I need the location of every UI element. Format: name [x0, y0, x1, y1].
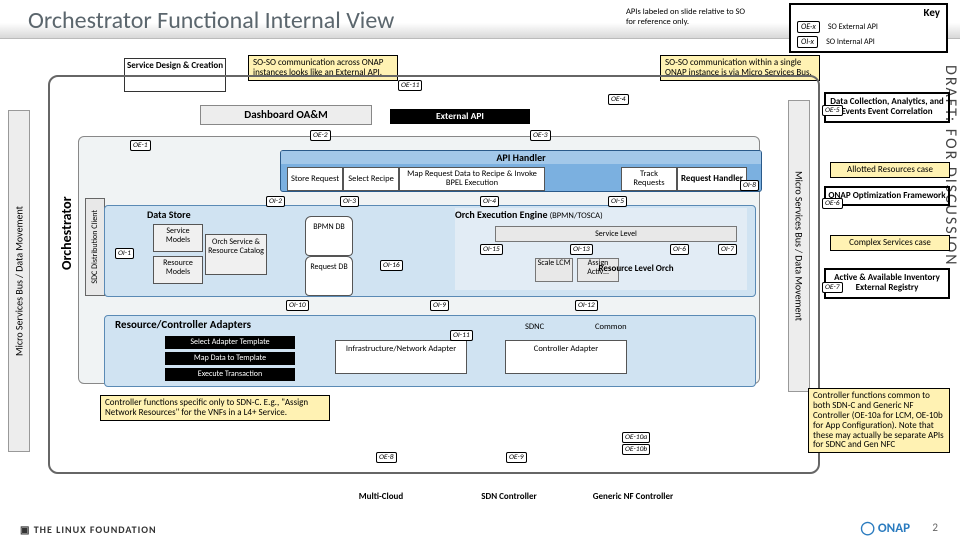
- tag-oe6: OE-6: [822, 198, 843, 209]
- tag-oe2: OE-2: [310, 130, 331, 141]
- note-ctrl-left: Controller functions specific only to SD…: [100, 395, 330, 421]
- msb-right-label: Micro Services Bus / Data Movement: [791, 101, 807, 391]
- apis-note: APIs labeled on slide relative to SO for…: [626, 8, 756, 28]
- tag-oi11: OI-11: [450, 330, 473, 341]
- tag-oe5: OE-5: [822, 105, 843, 116]
- sdn-controller-box: SDN Controller: [464, 490, 554, 520]
- resource-controller-adapters: Resource/Controller Adapters Select Adap…: [104, 315, 756, 387]
- rca-sdnc: SDNC: [525, 322, 544, 332]
- tag-oi1: OI-1: [115, 248, 134, 259]
- key-oe-desc: SO External API: [828, 22, 878, 32]
- tag-oi7: OI-7: [718, 244, 737, 255]
- key-oi-desc: SO Internal API: [826, 37, 875, 47]
- orchestrator-label: Orchestrator: [58, 168, 75, 298]
- onap-logo: ◯ ONAP: [860, 521, 910, 536]
- key-title: Key: [924, 6, 940, 19]
- micro-services-bus-left: Micro Services Bus / Data Movement: [8, 110, 30, 452]
- sdc-label: SDC Distribution Client: [90, 210, 100, 284]
- orchestrator-core: Data Store Service Models Resource Model…: [104, 205, 756, 297]
- note-allotted: Allotted Resources case: [830, 162, 950, 178]
- api-request-handler: Request Handler: [677, 167, 747, 191]
- tag-oi10: OI-10: [286, 300, 309, 311]
- tag-oe7: OE-7: [822, 282, 843, 293]
- rca-infra-adapter: Infrastructure/Network Adapter: [335, 340, 467, 374]
- tag-oe10a: OE-10a: [622, 432, 650, 443]
- tag-oe3: OE-3: [530, 130, 551, 141]
- external-api-pill: External API: [390, 109, 530, 124]
- key-oi-tag: OI-x: [797, 36, 818, 48]
- tag-oe9: OE-9: [506, 452, 527, 463]
- api-store-request: Store Request: [287, 167, 343, 191]
- key-oe-tag: OE-x: [797, 21, 820, 33]
- exec-service-level: Service Level: [495, 226, 737, 242]
- right-data-collection: Data Collection, Analytics, and Events E…: [824, 92, 950, 123]
- service-models: Service Models: [153, 224, 203, 252]
- right-inventory: Active & Available Inventory External Re…: [824, 268, 950, 299]
- right-opt-framework: ONAP Optimization Framework: [824, 186, 950, 206]
- tag-oi16: OI-16: [380, 260, 403, 271]
- tag-oi8: OI-8: [740, 180, 759, 191]
- api-track-requests: Track Requests: [621, 167, 677, 191]
- orch-catalog: Orch Service & Resource Catalog: [205, 234, 267, 275]
- page-number: 2: [932, 521, 938, 534]
- api-map-request: Map Request Data to Recipe & Invoke BPEL…: [399, 167, 545, 191]
- tag-oi4: OI-4: [480, 196, 499, 207]
- rca-title: Resource/Controller Adapters: [115, 318, 251, 331]
- msb-left-label: Micro Services Bus / Data Movement: [11, 111, 27, 451]
- tag-oi13: OI-13: [570, 244, 593, 255]
- linux-foundation-logo: ▣ THE LINUX FOUNDATION: [20, 523, 157, 536]
- generic-nf-box: Generic NF Controller: [588, 490, 678, 520]
- tag-oi9: OI-9: [430, 300, 449, 311]
- api-select-recipe: Select Recipe: [343, 167, 399, 191]
- tag-oi12: OI-12: [575, 300, 598, 311]
- tag-oe11: OE-11: [398, 80, 422, 91]
- tag-oi5: OI-5: [608, 196, 627, 207]
- tag-oi3: OI-3: [340, 196, 359, 207]
- tag-oi6: OI-6: [670, 244, 689, 255]
- tag-oi15: OI-15: [480, 244, 503, 255]
- rca-common: Common: [595, 322, 627, 332]
- sdc-distribution-client: SDC Distribution Client: [85, 198, 105, 296]
- exec-title: Orch Execution Engine: [455, 208, 548, 221]
- rca-select-template: Select Adapter Template: [165, 336, 295, 349]
- tag-oe8: OE-8: [376, 452, 397, 463]
- exec-paren: (BPMN/TOSCA): [550, 211, 603, 221]
- api-handler-title: API Handler: [281, 151, 761, 164]
- tag-oe1: OE-1: [130, 140, 151, 151]
- rca-controller-adapter: Controller Adapter: [505, 340, 627, 374]
- dashboard-oam: Dashboard OA&M: [200, 105, 372, 125]
- api-handler: API Handler Store Request Select Recipe …: [280, 150, 762, 192]
- rca-execute: Execute Transaction: [165, 368, 295, 381]
- exec-rlo: Resource Level Orch: [545, 263, 727, 274]
- key-box: Key OE-x SO External API OI-x SO Interna…: [789, 3, 948, 53]
- rca-map-data: Map Data to Template: [165, 352, 295, 365]
- request-db: Request DB: [305, 256, 353, 296]
- slide-title: Orchestrator Functional Internal View: [28, 6, 394, 35]
- data-store-title: Data Store: [147, 208, 191, 221]
- tag-oe4: OE-4: [608, 94, 629, 105]
- note-complex: Complex Services case: [830, 235, 950, 251]
- note-ctrl-right: Controller functions common to both SDN-…: [808, 388, 950, 453]
- tag-oe10b: OE-10b: [622, 444, 650, 455]
- bpmn-db: BPMN DB: [305, 216, 353, 256]
- multi-cloud-box: Multi-Cloud: [336, 490, 426, 520]
- micro-services-bus-right: Micro Services Bus / Data Movement: [788, 100, 810, 392]
- resource-models: Resource Models: [153, 256, 203, 284]
- tag-oi2: OI-2: [266, 196, 285, 207]
